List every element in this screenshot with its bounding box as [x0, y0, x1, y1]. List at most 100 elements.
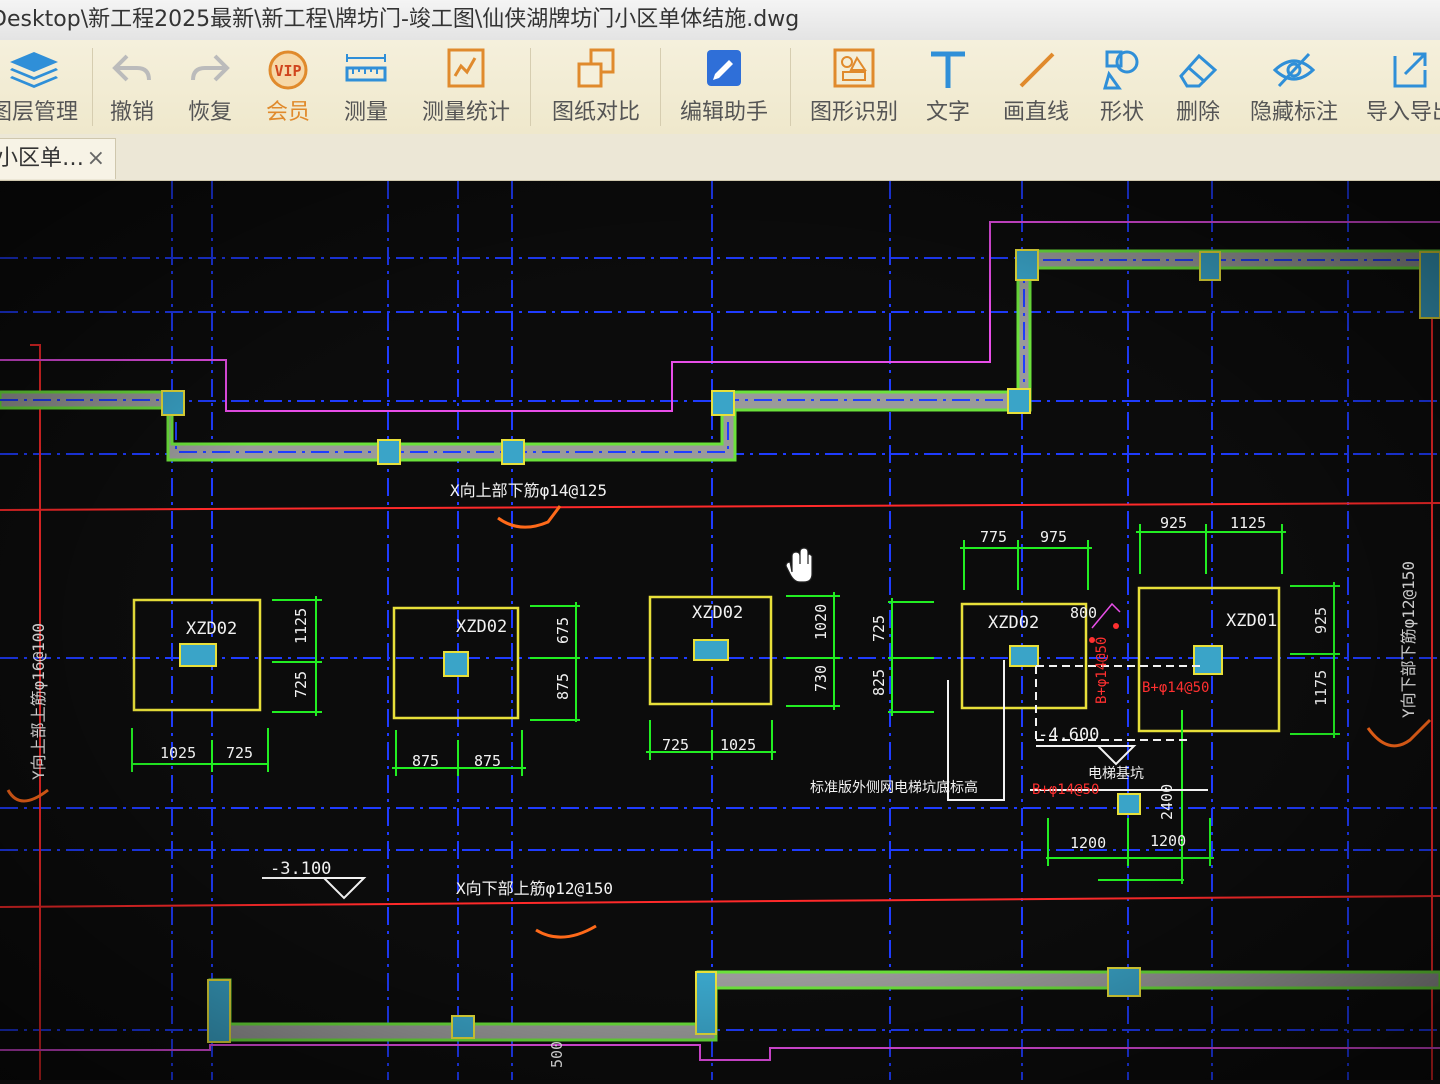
column [1193, 645, 1223, 675]
undo-icon [100, 46, 164, 92]
footing-label: XZD02 [186, 619, 237, 639]
measure-stats-button[interactable]: 测量统计 [418, 46, 514, 130]
dim-text: 675 [554, 617, 572, 644]
hide-annotation-icon [1246, 46, 1342, 92]
dim-text: 825 [870, 669, 888, 696]
shape-recognition-button[interactable]: 图形识别 [806, 46, 902, 130]
toolbar-label: 测量 [343, 100, 388, 125]
toolbar-label: 撤销 [109, 100, 154, 125]
column [1009, 645, 1039, 667]
line-icon [1000, 46, 1072, 92]
toolbar-label: 图层管理 [0, 100, 78, 125]
dim-text: 725 [662, 736, 689, 754]
shape-button[interactable]: 形状 [1090, 46, 1154, 130]
dim-text: 875 [474, 752, 501, 770]
close-icon[interactable]: × [87, 139, 105, 179]
dim-text: 1200 [1070, 834, 1106, 852]
edit-assistant-button[interactable]: 编辑助手 [676, 46, 772, 130]
vip-icon: VIP [256, 46, 320, 92]
dim-text: 975 [1040, 528, 1067, 546]
import-export-button[interactable]: 导入导出 [1362, 46, 1440, 130]
delete-button[interactable]: 删除 [1166, 46, 1230, 130]
vip-button[interactable]: VIP 会员 [256, 46, 320, 130]
rebar-note-red: B+φ14@50 [1032, 782, 1099, 798]
document-tab-label: 小区单… [0, 146, 85, 171]
rebar-note: Y向下部下筋φ12@150 [1399, 561, 1418, 718]
dim-text: 1125 [292, 608, 310, 644]
toolbar-label: 导入导出 [1365, 100, 1440, 125]
redo-button[interactable]: 恢复 [178, 46, 242, 130]
toolbar-label: 隐藏标注 [1249, 100, 1338, 125]
toolbar-divider [92, 48, 93, 126]
measure-stats-icon [418, 46, 514, 92]
document-tab[interactable]: 小区单… × [0, 138, 116, 179]
shape-icon [1090, 46, 1154, 92]
column [501, 439, 525, 465]
column [207, 979, 231, 1043]
rebar-note: Y向上部上筋φ16@100 [29, 623, 48, 780]
column [443, 651, 469, 677]
dim-text: 500 [548, 1041, 566, 1068]
undo-button[interactable]: 撤销 [100, 46, 164, 130]
dim-text: 800 [1070, 604, 1097, 622]
column [693, 639, 729, 661]
toolbar: 图层管理 撤销 恢复 VIP 会员 测量 测量统计 图纸对比 编辑助手 图形识别… [0, 40, 1440, 135]
dim-text: 775 [980, 528, 1007, 546]
column [1007, 388, 1031, 414]
text-icon [916, 46, 980, 92]
toolbar-label: 编辑助手 [679, 100, 768, 125]
import-export-icon [1362, 46, 1440, 92]
footing-label: XZD02 [988, 613, 1039, 633]
compare-icon [548, 46, 644, 92]
toolbar-label: 会员 [265, 100, 310, 125]
dim-text: 725 [226, 744, 253, 762]
column [451, 1015, 475, 1039]
footing-label: XZD02 [456, 617, 507, 637]
draw-line-button[interactable]: 画直线 [1000, 46, 1072, 130]
footing-label: XZD01 [1226, 611, 1277, 631]
column [1107, 967, 1141, 997]
vip-badge-text: VIP [274, 62, 301, 80]
toolbar-label: 图纸对比 [551, 100, 640, 125]
pit-note: 标准版外侧网电梯坑底标高 [810, 779, 978, 796]
hide-annotation-button[interactable]: 隐藏标注 [1246, 46, 1342, 130]
toolbar-label: 测量统计 [421, 100, 510, 125]
dim-text: 875 [554, 673, 572, 700]
elevation-text: -4.600 [1038, 725, 1099, 745]
window-title-bar: Desktop\新工程2025最新\新工程\牌坊门-竣工图\仙侠湖牌坊门小区单体… [0, 0, 1440, 40]
dim-text: 875 [412, 752, 439, 770]
eraser-icon [1166, 46, 1230, 92]
rebar-note-red: B+φ14@50 [1142, 680, 1209, 696]
edit-assistant-icon [676, 46, 772, 92]
toolbar-label: 形状 [1099, 100, 1144, 125]
column [377, 439, 401, 465]
column [695, 971, 717, 1035]
compare-drawings-button[interactable]: 图纸对比 [548, 46, 644, 130]
drawing-canvas[interactable]: XZD02 XZD02 XZD02 XZD02 XZD01 1025 725 1… [0, 181, 1440, 1080]
toolbar-divider [660, 48, 661, 126]
column [1015, 249, 1039, 281]
layer-manager-button[interactable]: 图层管理 [0, 46, 82, 130]
dim-text: 1200 [1150, 832, 1186, 850]
text-button[interactable]: 文字 [916, 46, 980, 130]
toolbar-label: 删除 [1175, 100, 1220, 125]
toolbar-label: 画直线 [1002, 100, 1069, 125]
document-tab-bar: 小区单… × [0, 134, 1440, 181]
measure-button[interactable]: 测量 [334, 46, 398, 130]
dim-text: 1025 [160, 744, 196, 762]
rebar-note: X向下部上筋φ12@150 [456, 879, 613, 898]
column [1199, 251, 1221, 281]
dim-text: 725 [292, 671, 310, 698]
footing-label: XZD02 [692, 603, 743, 623]
column [161, 390, 185, 416]
dim-text: 1175 [1312, 670, 1330, 706]
dim-text: 925 [1312, 607, 1330, 634]
column [711, 390, 735, 416]
layers-icon [0, 46, 82, 92]
elevation-text: -3.100 [270, 859, 331, 879]
dim-text: 1025 [720, 736, 756, 754]
shape-recognition-icon [806, 46, 902, 92]
toolbar-divider [530, 48, 531, 126]
ruler-icon [334, 46, 398, 92]
dim-text: 1125 [1230, 514, 1266, 532]
